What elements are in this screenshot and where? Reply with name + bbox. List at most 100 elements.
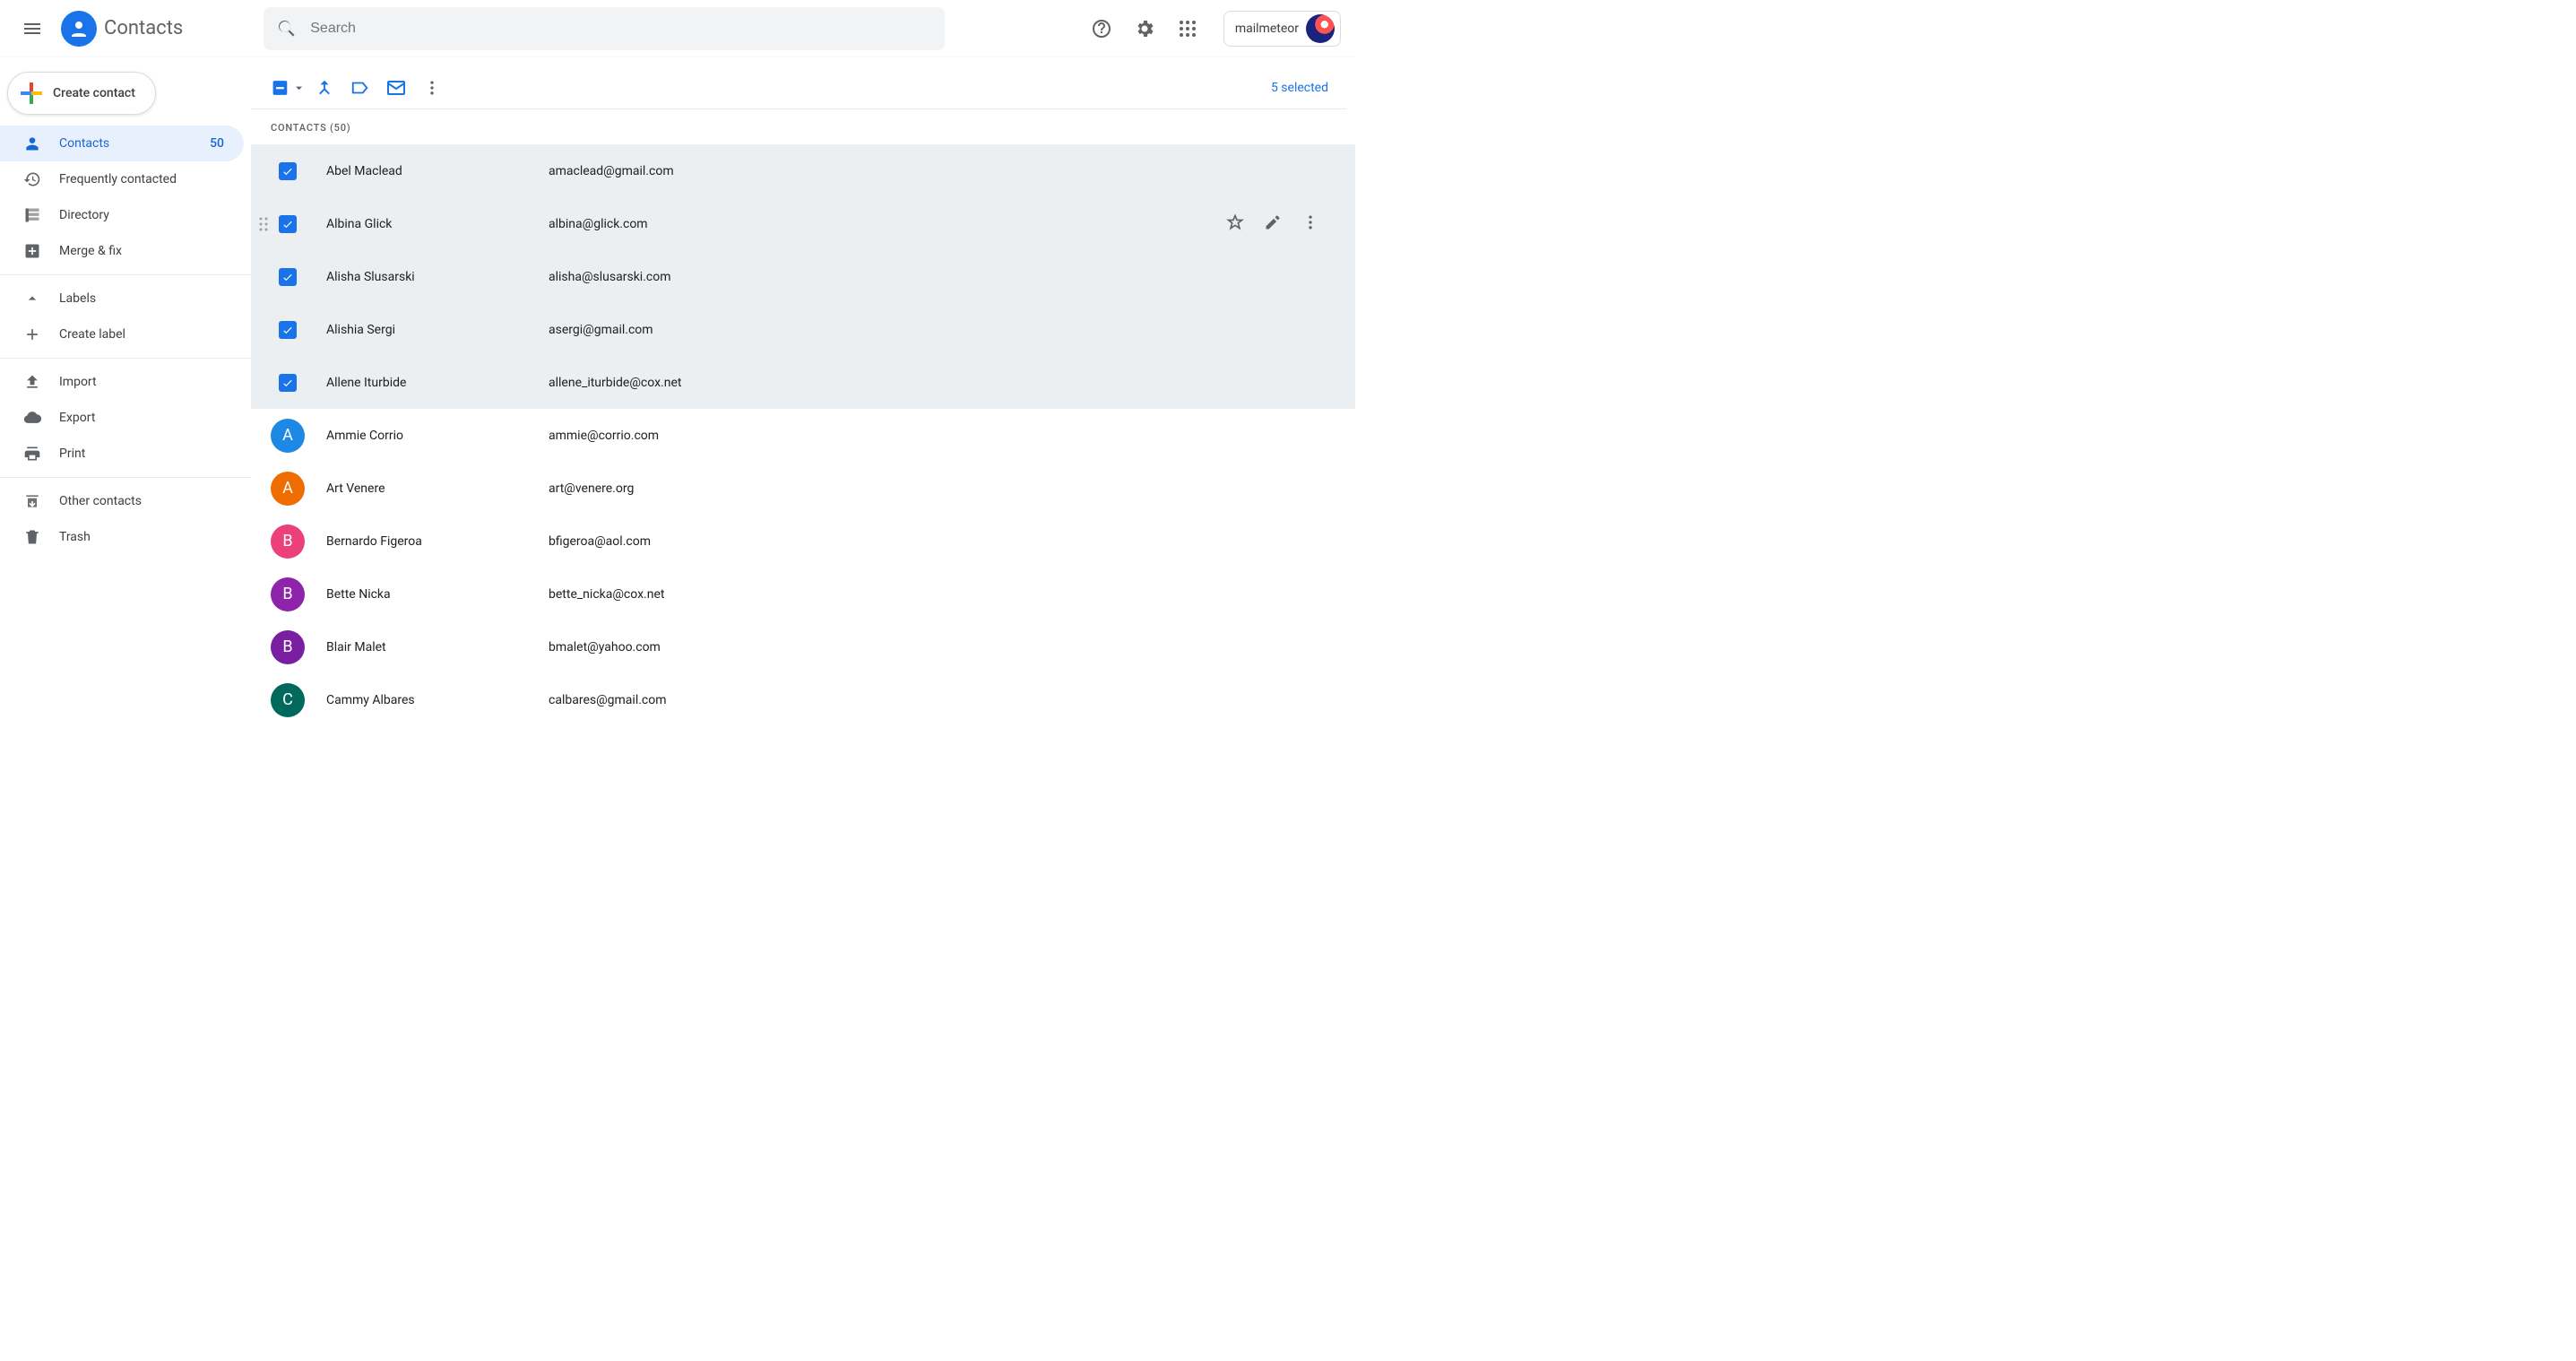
upload-icon — [23, 373, 41, 391]
contact-row[interactable]: Alishia Sergiasergi@gmail.com — [251, 303, 1355, 356]
divider — [0, 274, 251, 275]
sidebar-import[interactable]: Import — [0, 364, 244, 400]
app-title: Contacts — [104, 17, 183, 39]
sidebar: Create contact Contacts 50 Frequently co… — [0, 57, 251, 715]
contact-avatar[interactable]: B — [271, 524, 305, 559]
row-actions — [1226, 213, 1319, 235]
contact-name: Allene Iturbide — [326, 376, 549, 390]
contact-avatar[interactable]: A — [271, 472, 305, 506]
contact-row[interactable]: BBette Nickabette_nicka@cox.net — [251, 568, 1355, 620]
header-right: mailmeteor — [1084, 11, 1348, 47]
contact-row[interactable]: Abel Macleadamaclead@gmail.com — [251, 144, 1355, 197]
header: Contacts mailmeteor — [0, 0, 1355, 57]
row-checkbox[interactable] — [279, 162, 297, 180]
directory-icon — [23, 206, 41, 224]
nav-label: Frequently contacted — [59, 172, 177, 186]
contact-row[interactable]: AArt Venereart@venere.org — [251, 462, 1355, 515]
chevron-up-icon — [23, 290, 41, 308]
contact-name: Cammy Albares — [326, 693, 549, 707]
contact-email: albina@glick.com — [549, 217, 648, 231]
indeterminate-checkbox-icon — [271, 78, 290, 98]
search-bar[interactable] — [264, 7, 945, 50]
pencil-icon — [1264, 213, 1282, 231]
contact-avatar[interactable]: A — [271, 419, 305, 453]
sidebar-export[interactable]: Export — [0, 400, 244, 436]
contact-name: Abel Maclead — [326, 164, 549, 178]
sidebar-trash[interactable]: Trash — [0, 519, 244, 555]
contact-name: Albina Glick — [326, 217, 549, 231]
search-icon — [276, 18, 298, 39]
account-chip[interactable]: mailmeteor — [1223, 11, 1341, 47]
contact-row[interactable]: BBlair Maletbmalet@yahoo.com — [251, 620, 1355, 673]
star-button[interactable] — [1226, 213, 1244, 235]
sidebar-item-contacts[interactable]: Contacts 50 — [0, 126, 244, 161]
contact-row[interactable]: CCammy Albarescalbares@gmail.com — [251, 673, 1355, 726]
sidebar-create-label[interactable]: Create label — [0, 316, 244, 352]
contact-row[interactable]: AAmmie Corrioammie@corrio.com — [251, 409, 1355, 462]
history-icon — [23, 170, 41, 188]
sidebar-item-frequently-contacted[interactable]: Frequently contacted — [0, 161, 244, 197]
drag-handle-icon[interactable] — [258, 215, 269, 233]
contact-name: Alisha Slusarski — [326, 270, 549, 284]
contact-email: allene_iturbide@cox.net — [549, 376, 681, 390]
nav-label: Other contacts — [59, 494, 142, 508]
contact-row[interactable]: Alisha Slusarskialisha@slusarski.com — [251, 250, 1355, 303]
nav-label: Create label — [59, 327, 125, 342]
dropdown-arrow-icon — [291, 80, 307, 96]
selected-count: 5 selected — [1271, 81, 1328, 95]
nav-label: Directory — [59, 208, 109, 222]
sidebar-item-directory[interactable]: Directory — [0, 197, 244, 233]
row-checkbox[interactable] — [279, 215, 297, 233]
plus-small-icon — [23, 325, 41, 343]
divider — [0, 358, 251, 359]
divider — [0, 477, 251, 478]
sidebar-other-contacts[interactable]: Other contacts — [0, 483, 244, 519]
contact-row[interactable]: BBernardo Figeroabfigeroa@aol.com — [251, 515, 1355, 568]
contact-list: Abel Macleadamaclead@gmail.comAlbina Gli… — [251, 144, 1355, 726]
create-contact-button[interactable]: Create contact — [7, 72, 156, 115]
apps-button[interactable] — [1170, 11, 1206, 47]
select-all-toggle[interactable] — [271, 70, 307, 106]
sidebar-print[interactable]: Print — [0, 436, 244, 472]
nav-label: Trash — [59, 530, 91, 544]
main-menu-button[interactable] — [11, 7, 54, 50]
contact-email: asergi@gmail.com — [549, 323, 653, 337]
trash-icon — [23, 528, 41, 546]
sidebar-labels-header[interactable]: Labels — [0, 281, 244, 316]
row-checkbox[interactable] — [279, 374, 297, 392]
sidebar-item-merge-fix[interactable]: Merge & fix — [0, 233, 244, 269]
help-button[interactable] — [1084, 11, 1119, 47]
row-checkbox[interactable] — [279, 321, 297, 339]
more-vert-icon — [423, 79, 441, 97]
row-checkbox[interactable] — [279, 268, 297, 286]
contact-email: alisha@slusarski.com — [549, 270, 671, 284]
email-button[interactable] — [378, 70, 414, 106]
more-button[interactable] — [414, 70, 450, 106]
nav-label: Import — [59, 375, 97, 389]
settings-button[interactable] — [1127, 11, 1163, 47]
contact-avatar[interactable]: C — [271, 683, 305, 717]
contact-row[interactable]: Allene Iturbideallene_iturbide@cox.net — [251, 356, 1355, 409]
contacts-count: 50 — [210, 136, 224, 151]
contact-name: Alishia Sergi — [326, 323, 549, 337]
main: 5 selected Contacts (50) Abel Macleadama… — [251, 57, 1355, 715]
contacts-logo — [61, 11, 97, 47]
row-more-button[interactable] — [1301, 213, 1319, 235]
more-vert-icon — [1301, 213, 1319, 231]
contact-name: Blair Malet — [326, 640, 549, 654]
search-input[interactable] — [310, 21, 932, 37]
contact-avatar[interactable]: B — [271, 630, 305, 664]
contact-row[interactable]: Albina Glickalbina@glick.com — [251, 197, 1355, 250]
contact-name: Bette Nicka — [326, 587, 549, 602]
cloud-icon — [23, 409, 41, 427]
star-outline-icon — [1226, 213, 1244, 231]
contact-email: ammie@corrio.com — [549, 429, 659, 443]
contact-name: Art Venere — [326, 481, 549, 496]
print-icon — [23, 445, 41, 463]
merge-button[interactable] — [307, 70, 342, 106]
label-button[interactable] — [342, 70, 378, 106]
edit-button[interactable] — [1264, 213, 1282, 235]
nav-label: Print — [59, 446, 85, 461]
contact-avatar[interactable]: B — [271, 577, 305, 611]
contact-email: bfigeroa@aol.com — [549, 534, 651, 549]
